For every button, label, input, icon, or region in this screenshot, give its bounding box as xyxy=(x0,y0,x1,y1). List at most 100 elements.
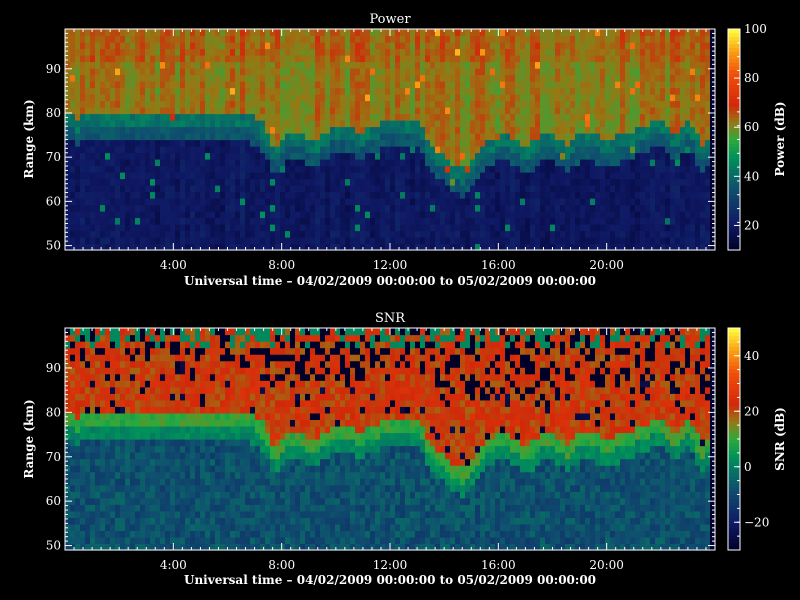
power-heatmap-cell xyxy=(510,146,516,154)
power-heatmap-cell xyxy=(520,68,526,76)
power-heatmap-cell xyxy=(155,146,161,154)
power-heatmap-cell xyxy=(335,74,341,82)
power-title: Power xyxy=(369,12,411,27)
power-heatmap-cell xyxy=(520,29,526,37)
power-heatmap-cell xyxy=(405,107,411,115)
power-heatmap-cell xyxy=(325,198,331,206)
power-heatmap-cell xyxy=(470,217,476,225)
power-heatmap-cell xyxy=(275,35,281,43)
power-heatmap-cell xyxy=(315,68,321,76)
power-heatmap-cell xyxy=(265,126,271,134)
snr-heatmap-cell xyxy=(80,419,86,427)
power-heatmap-cell xyxy=(425,204,431,212)
power-heatmap-cell xyxy=(470,107,476,115)
power-heatmap-cell xyxy=(395,178,401,186)
power-heatmap-cell xyxy=(495,94,501,102)
power-heatmap-cell xyxy=(580,224,586,232)
power-heatmap-cell xyxy=(310,126,316,134)
power-heatmap-cell xyxy=(440,230,446,238)
power-heatmap-cell xyxy=(230,237,236,245)
power-heatmap-cell xyxy=(255,74,261,82)
power-heatmap-cell xyxy=(140,42,146,50)
power-heatmap-cell xyxy=(150,211,156,219)
power-heatmap-cell xyxy=(680,224,686,232)
snr-heatmap-cell xyxy=(80,406,86,414)
power-heatmap-cell xyxy=(185,35,191,43)
power-heatmap-cell xyxy=(485,48,491,56)
power-heatmap-cell xyxy=(220,146,226,154)
power-heatmap-cell xyxy=(435,230,441,238)
power-heatmap-cell xyxy=(245,107,251,115)
power-heatmap-cell xyxy=(420,230,426,238)
power-heatmap-cell xyxy=(260,29,266,37)
power-heatmap-cell xyxy=(660,185,666,193)
power-heatmap-cell xyxy=(175,120,181,128)
power-heatmap-cell xyxy=(560,29,566,37)
power-heatmap-cell xyxy=(625,211,631,219)
power-heatmap-cell xyxy=(395,165,401,173)
power-heatmap-cell xyxy=(305,74,311,82)
power-heatmap-cell xyxy=(540,87,546,95)
power-heatmap-cell xyxy=(700,61,706,69)
power-heatmap-cell xyxy=(115,61,121,69)
power-heatmap-cell xyxy=(160,159,166,167)
power-heatmap-cell xyxy=(85,198,91,206)
snr-heatmap-cell xyxy=(75,510,81,518)
power-heatmap-cell xyxy=(500,230,506,238)
power-heatmap-cell xyxy=(120,68,126,76)
power-heatmap-cell xyxy=(550,230,556,238)
power-heatmap-cell xyxy=(355,230,361,238)
power-heatmap-cell xyxy=(525,191,531,199)
power-heatmap-cell xyxy=(435,87,441,95)
snr-heatmap-cell xyxy=(95,530,101,538)
power-heatmap-cell xyxy=(645,159,651,167)
power-heatmap-cell xyxy=(265,165,271,173)
power-heatmap-cell xyxy=(175,198,181,206)
power-heatmap-cell xyxy=(370,133,376,141)
power-heatmap-cell xyxy=(645,61,651,69)
power-heatmap-cell xyxy=(480,48,486,56)
power-heatmap-cell xyxy=(560,237,566,245)
power-heatmap-cell xyxy=(595,107,601,115)
power-heatmap-cell xyxy=(435,178,441,186)
power-heatmap-cell xyxy=(665,126,671,134)
power-heatmap-cell xyxy=(495,48,501,56)
power-heatmap-cell xyxy=(520,165,526,173)
power-heatmap-cell xyxy=(630,100,636,108)
power-heatmap-cell xyxy=(250,165,256,173)
power-heatmap-cell xyxy=(155,204,161,212)
power-heatmap-cell xyxy=(225,68,231,76)
power-heatmap-cell xyxy=(295,87,301,95)
power-heatmap-cell xyxy=(580,94,586,102)
power-heatmap-cell xyxy=(280,42,286,50)
power-heatmap-cell xyxy=(500,107,506,115)
power-heatmap-cell xyxy=(670,81,676,89)
power-heatmap-cell xyxy=(195,55,201,63)
power-heatmap-cell xyxy=(555,139,561,147)
power-colorbar-segment xyxy=(728,242,740,247)
power-heatmap-cell xyxy=(550,42,556,50)
power-heatmap-cell xyxy=(295,152,301,160)
power-heatmap-cell xyxy=(545,217,551,225)
power-heatmap-cell xyxy=(545,81,551,89)
power-heatmap-cell xyxy=(685,224,691,232)
power-heatmap-cell xyxy=(180,211,186,219)
power-heatmap-cell xyxy=(340,42,346,50)
power-heatmap-cell xyxy=(605,126,611,134)
power-heatmap-cell xyxy=(450,61,456,69)
power-heatmap-cell xyxy=(100,224,106,232)
power-heatmap-cell xyxy=(505,87,511,95)
power-heatmap-cell xyxy=(535,237,541,245)
power-heatmap-cell xyxy=(270,172,276,180)
power-heatmap-cell xyxy=(535,133,541,141)
power-heatmap-cell xyxy=(635,42,641,50)
power-heatmap-cell xyxy=(250,172,256,180)
power-heatmap-cell xyxy=(310,133,316,141)
power-heatmap-cell xyxy=(340,204,346,212)
power-heatmap-cell xyxy=(575,35,581,43)
power-heatmap-cell xyxy=(445,100,451,108)
power-heatmap-cell xyxy=(290,191,296,199)
power-heatmap-cell xyxy=(415,100,421,108)
power-heatmap-cell xyxy=(75,159,81,167)
power-heatmap-cell xyxy=(315,191,321,199)
